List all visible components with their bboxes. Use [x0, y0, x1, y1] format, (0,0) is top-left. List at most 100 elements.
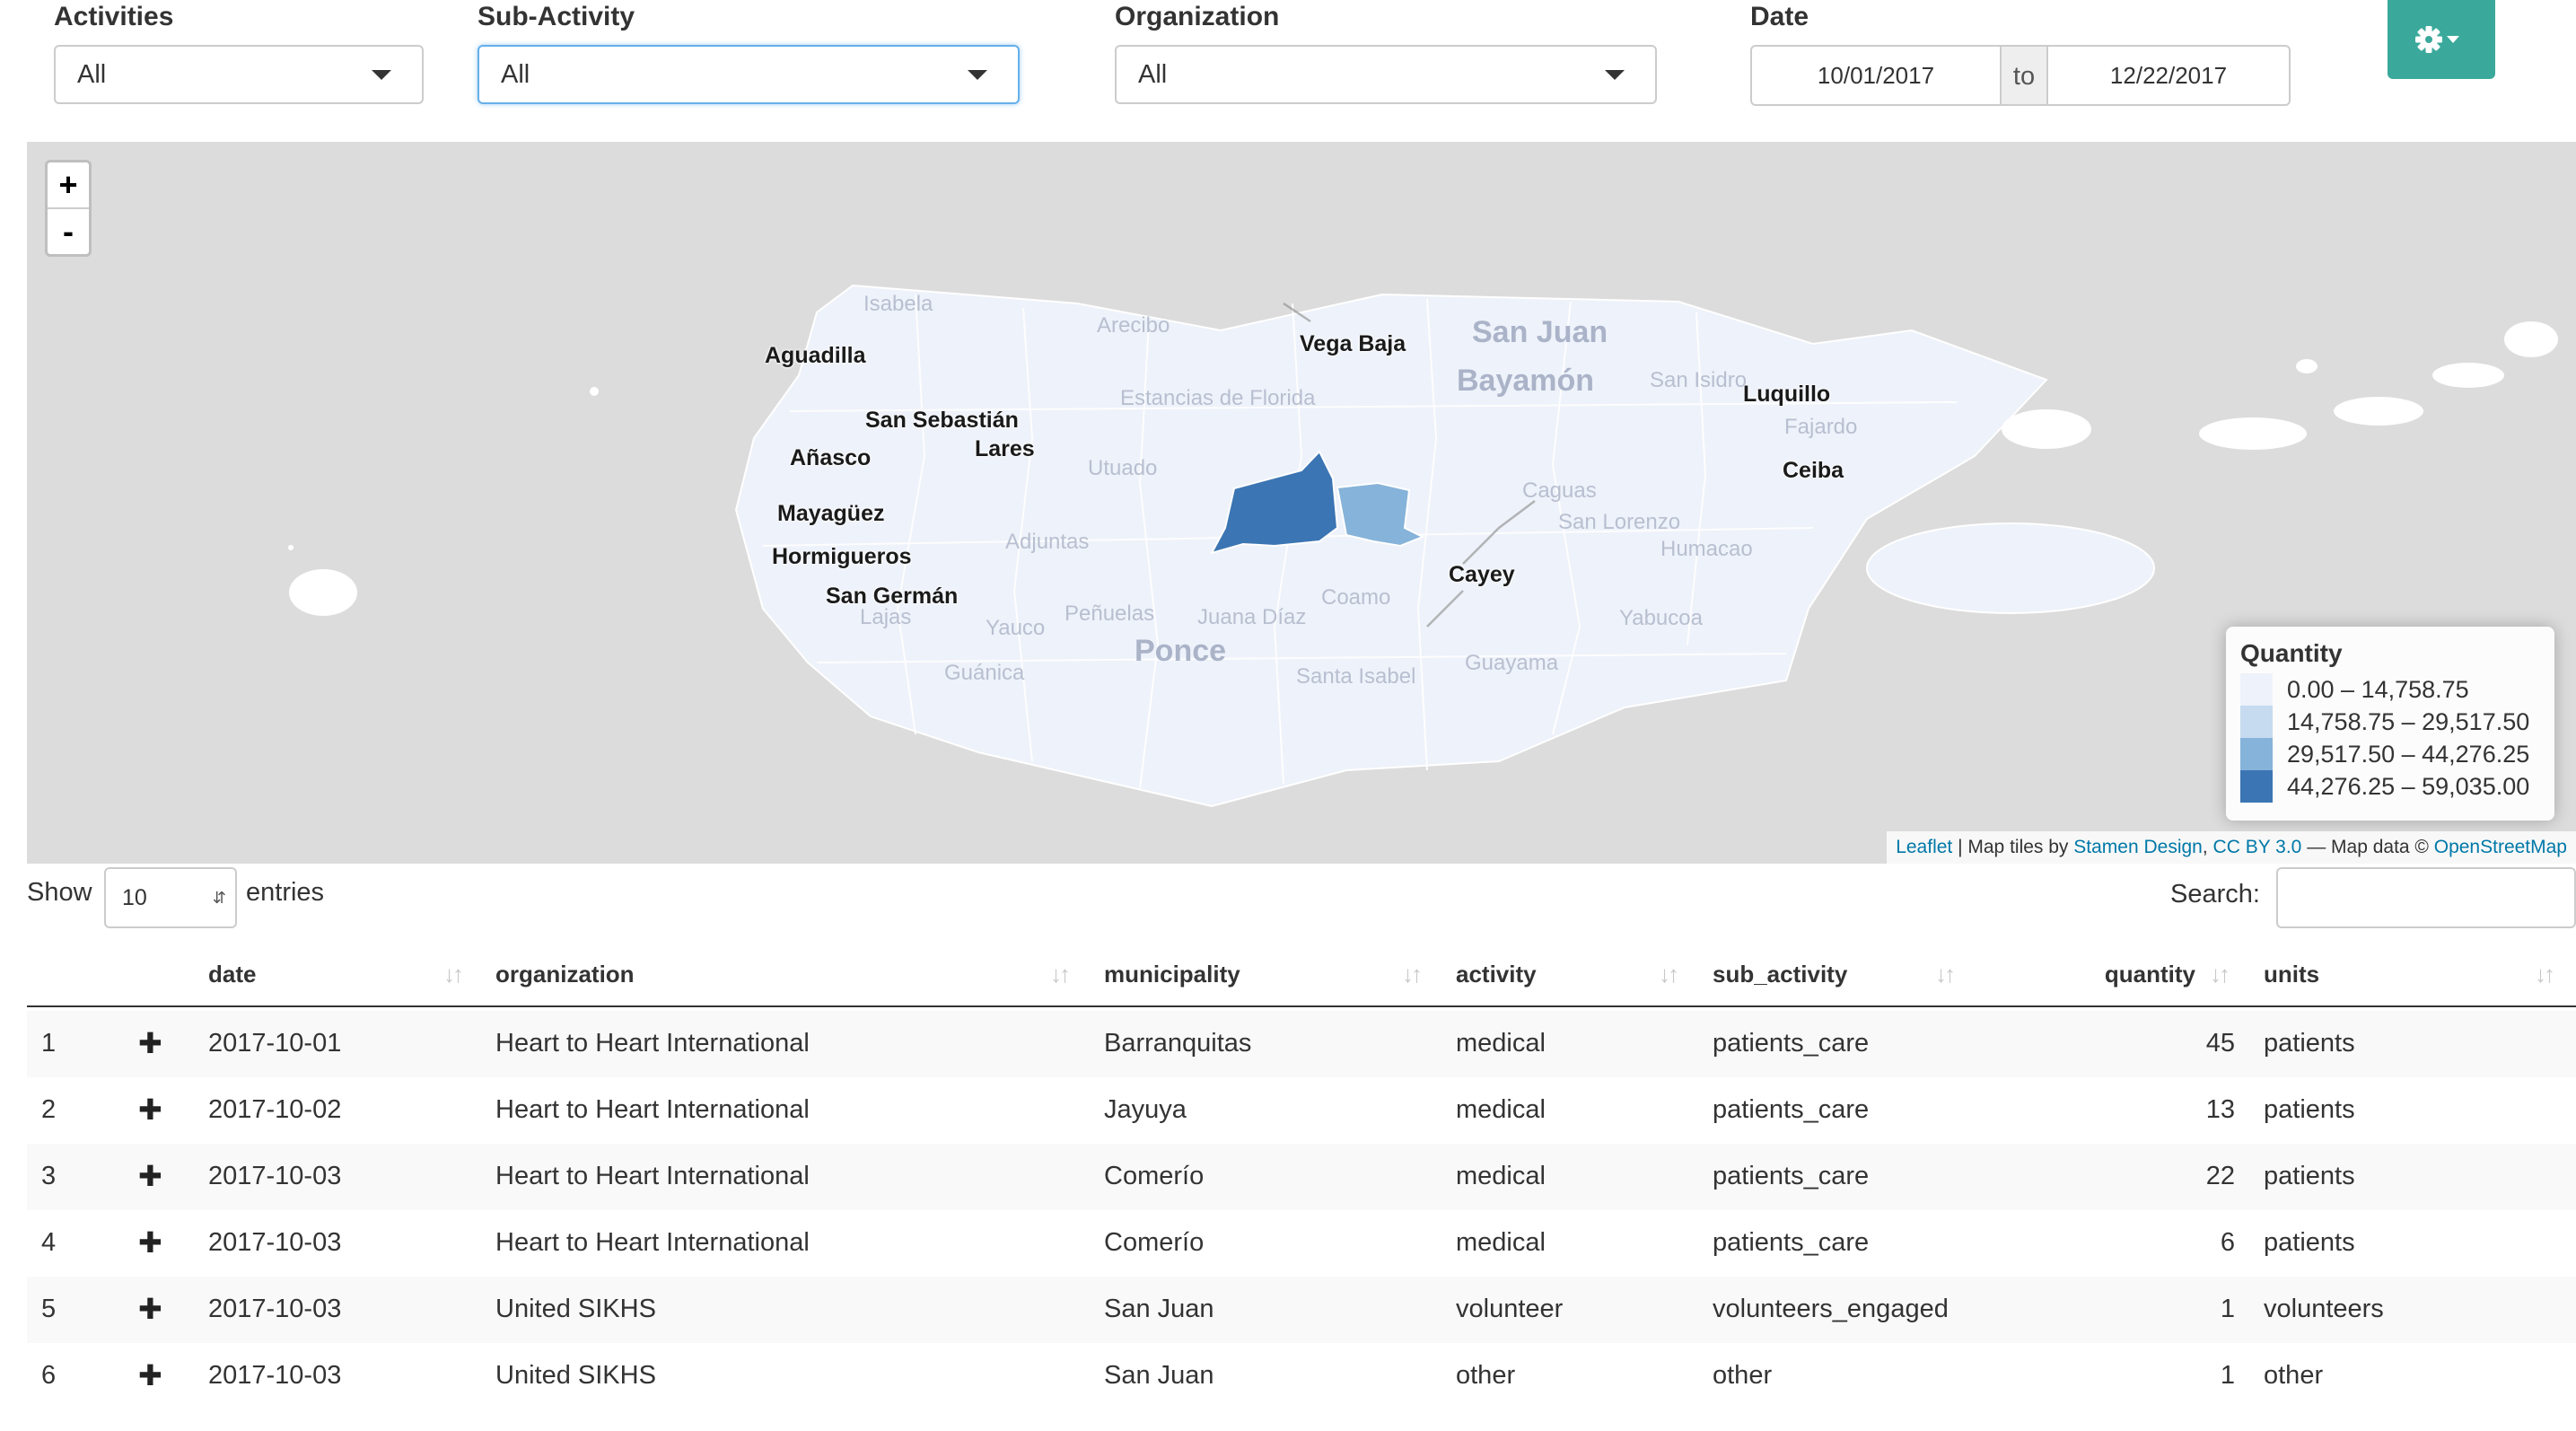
map-place-label: Humacao — [1660, 537, 1753, 561]
map-place-label: Hormigueros — [772, 544, 912, 569]
cell-quantity: 13 — [2205, 1095, 2235, 1124]
column-header-municipality[interactable]: municipality — [1104, 961, 1240, 988]
map-place-label: Arecibo — [1097, 313, 1170, 338]
header-divider — [27, 1005, 2576, 1007]
map-place-label: Luquillo — [1743, 382, 1831, 407]
expand-row-icon[interactable]: ✚ — [138, 1225, 162, 1260]
legend-swatch — [2240, 673, 2273, 706]
map-place-label: Mayagüez — [777, 501, 885, 526]
cell-activity: medical — [1456, 1095, 1546, 1124]
sort-icon[interactable]: ↓↑ — [1050, 961, 1071, 988]
zoom-in-button[interactable]: + — [48, 162, 89, 207]
cell-activity: medical — [1456, 1029, 1546, 1058]
sort-icon[interactable]: ↓↑ — [443, 961, 464, 988]
expand-row-icon[interactable]: ✚ — [138, 1092, 162, 1128]
date-range-separator: to — [2002, 45, 2046, 106]
column-header-organization[interactable]: organization — [495, 961, 635, 988]
cell-municipality: Jayuya — [1104, 1095, 1187, 1124]
legend-swatch — [2240, 770, 2273, 803]
map-attribution: Leaflet | Map tiles by Stamen Design, CC… — [1887, 831, 2576, 864]
cell-units: patients — [2264, 1095, 2355, 1124]
sub-activity-select-value: All — [501, 60, 530, 89]
map-place-label: Peñuelas — [1065, 601, 1155, 626]
sort-icon[interactable]: ↓↑ — [1402, 961, 1423, 988]
map-place-label: Santa Isabel — [1296, 664, 1416, 689]
cell-quantity: 1 — [2220, 1361, 2235, 1390]
cell-units: volunteers — [2264, 1295, 2384, 1323]
sort-icon[interactable]: ↓↑ — [1659, 961, 1679, 988]
expand-row-icon[interactable]: ✚ — [138, 1025, 162, 1061]
map-place-label: San Juan — [1472, 315, 1608, 349]
entries-select[interactable]: 10 ⇵ — [104, 867, 237, 928]
settings-dropdown-button[interactable] — [2388, 0, 2495, 79]
attribution-text: | Map tiles by — [1952, 837, 2074, 857]
cell-organization: United SIKHS — [495, 1361, 656, 1390]
column-header-activity[interactable]: activity — [1456, 961, 1537, 988]
column-header-date[interactable]: date — [208, 961, 256, 988]
osm-link[interactable]: OpenStreetMap — [2434, 837, 2567, 857]
map-place-label: Cayey — [1449, 562, 1515, 587]
date-from-input[interactable]: 10/01/2017 — [1750, 45, 2002, 106]
puerto-rico-island — [734, 284, 2048, 808]
gear-icon — [2415, 26, 2459, 53]
expand-row-icon[interactable]: ✚ — [138, 1158, 162, 1194]
select-arrows-icon: ⇵ — [212, 889, 226, 907]
cell-date: 2017-10-03 — [208, 1162, 342, 1190]
cell-activity: medical — [1456, 1162, 1546, 1190]
license-link[interactable]: CC BY 3.0 — [2213, 837, 2302, 857]
cell-date: 2017-10-03 — [208, 1361, 342, 1390]
date-label: Date — [1750, 2, 1809, 31]
map-place-label: Coamo — [1321, 585, 1391, 610]
activities-select[interactable]: All — [54, 45, 424, 104]
legend-row: 14,758.75 – 29,517.50 — [2240, 706, 2540, 738]
cell-organization: Heart to Heart International — [495, 1029, 810, 1058]
expand-row-icon[interactable]: ✚ — [138, 1357, 162, 1393]
column-header-sub-activity[interactable]: sub_activity — [1713, 961, 1847, 988]
search-label: Search: — [2170, 880, 2260, 909]
cell-sub-activity: patients_care — [1713, 1228, 1870, 1257]
legend-row: 29,517.50 – 44,276.25 — [2240, 738, 2540, 770]
cell-organization: Heart to Heart International — [495, 1162, 810, 1190]
mona-island — [289, 569, 357, 616]
cell-units: other — [2264, 1361, 2324, 1390]
cell-date: 2017-10-02 — [208, 1095, 342, 1124]
stamen-link[interactable]: Stamen Design — [2073, 837, 2203, 857]
map-place-label: Lares — [975, 436, 1035, 461]
zoom-out-button[interactable]: - — [48, 207, 89, 254]
date-to-input[interactable]: 12/22/2017 — [2046, 45, 2291, 106]
cell-activity: volunteer — [1456, 1295, 1564, 1323]
sub-activity-select[interactable]: All — [478, 45, 1020, 104]
quantity-legend: Quantity 0.00 – 14,758.75 14,758.75 – 29… — [2226, 627, 2554, 821]
map-place-label: Guánica — [944, 661, 1025, 685]
cell-sub-activity: patients_care — [1713, 1095, 1870, 1124]
column-header-quantity[interactable]: quantity — [1975, 961, 2195, 988]
search-input[interactable] — [2276, 867, 2576, 928]
choropleth-map[interactable]: Isabela Arecibo Vega Baja San Juan Bayamón Sa… — [27, 142, 2576, 864]
row-number: 3 — [41, 1162, 57, 1190]
column-header-units[interactable]: units — [2264, 961, 2319, 988]
sort-icon[interactable]: ↓↑ — [1935, 961, 1956, 988]
entries-label: entries — [246, 878, 325, 907]
map-place-label: San Sebastián — [865, 408, 1019, 433]
organization-select[interactable]: All — [1115, 45, 1657, 104]
map-place-label: Lajas — [860, 605, 912, 629]
map-place-label: Aguadilla — [765, 343, 866, 368]
map-place-label: Yabucoa — [1619, 606, 1703, 630]
map-place-label: Caguas — [1522, 478, 1597, 503]
leaflet-link[interactable]: Leaflet — [1896, 837, 1952, 857]
cell-municipality: Comerío — [1104, 1162, 1205, 1190]
chevron-down-icon — [1605, 70, 1625, 80]
row-number: 5 — [41, 1295, 57, 1323]
map-place-label: Añasco — [790, 445, 872, 470]
map-place-label: Ceiba — [1783, 458, 1844, 483]
legend-label: 0.00 – 14,758.75 — [2287, 676, 2469, 703]
sort-icon[interactable]: ↓↑ — [2535, 961, 2555, 988]
expand-row-icon[interactable]: ✚ — [138, 1291, 162, 1327]
legend-swatch — [2240, 738, 2273, 770]
cell-organization: United SIKHS — [495, 1295, 656, 1323]
chevron-down-icon — [372, 70, 391, 80]
cell-municipality: San Juan — [1104, 1295, 1214, 1323]
sort-icon[interactable]: ↓↑ — [2210, 961, 2230, 988]
legend-label: 44,276.25 – 59,035.00 — [2287, 773, 2530, 800]
cell-sub-activity: other — [1713, 1361, 1773, 1390]
